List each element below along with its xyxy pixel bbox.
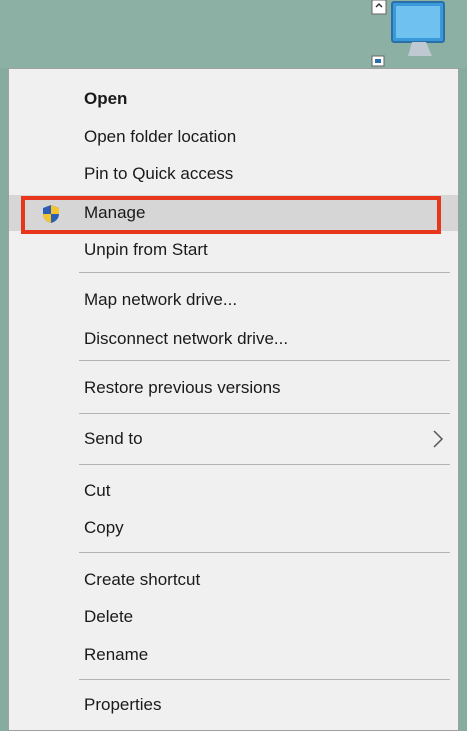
menu-item-label: Disconnect network drive... xyxy=(84,329,289,348)
menu-item-pin-to-quick-access[interactable]: Pin to Quick access xyxy=(9,156,458,192)
menu-item-label: Copy xyxy=(84,518,124,537)
menu-item-label: Open folder location xyxy=(84,127,237,146)
menu-separator xyxy=(79,360,450,361)
menu-item-open-folder-location[interactable]: Open folder location xyxy=(9,119,458,155)
menu-item-label: Pin to Quick access xyxy=(84,164,234,183)
menu-item-send-to[interactable]: Send to xyxy=(9,421,458,457)
menu-item-label: Send to xyxy=(84,429,143,448)
menu-item-rename[interactable]: Rename xyxy=(9,637,458,673)
menu-item-cut[interactable]: Cut xyxy=(9,473,458,509)
menu-separator xyxy=(79,679,450,680)
menu-item-label: Open xyxy=(84,89,128,108)
menu-separator xyxy=(79,413,450,414)
menu-item-label: Restore previous versions xyxy=(84,378,281,397)
highlight-box xyxy=(21,196,441,234)
menu-item-label: Properties xyxy=(84,695,162,714)
menu-item-disconnect-network-drive[interactable]: Disconnect network drive... xyxy=(9,321,458,357)
menu-item-delete[interactable]: Delete xyxy=(9,599,458,635)
menu-item-restore-previous-versions[interactable]: Restore previous versions xyxy=(9,370,458,406)
menu-item-label: Unpin from Start xyxy=(84,240,208,259)
menu-item-map-network-drive[interactable]: Map network drive... xyxy=(9,282,458,318)
menu-item-unpin-from-start[interactable]: Unpin from Start xyxy=(9,232,458,268)
menu-item-label: Rename xyxy=(84,645,149,664)
menu-separator xyxy=(79,552,450,553)
menu-item-label: Create shortcut xyxy=(84,570,201,589)
menu-separator xyxy=(79,464,450,465)
context-menu: Open Open folder location Pin to Quick a… xyxy=(8,68,459,731)
this-pc-icon[interactable] xyxy=(368,0,458,68)
menu-item-copy[interactable]: Copy xyxy=(9,510,458,546)
chevron-right-icon xyxy=(433,430,444,448)
menu-item-label: Map network drive... xyxy=(84,290,238,309)
menu-item-open[interactable]: Open xyxy=(9,81,458,117)
menu-separator xyxy=(79,272,450,273)
menu-item-label: Cut xyxy=(84,481,111,500)
menu-item-create-shortcut[interactable]: Create shortcut xyxy=(9,562,458,598)
menu-item-properties[interactable]: Properties xyxy=(9,687,458,723)
menu-item-label: Delete xyxy=(84,607,134,626)
